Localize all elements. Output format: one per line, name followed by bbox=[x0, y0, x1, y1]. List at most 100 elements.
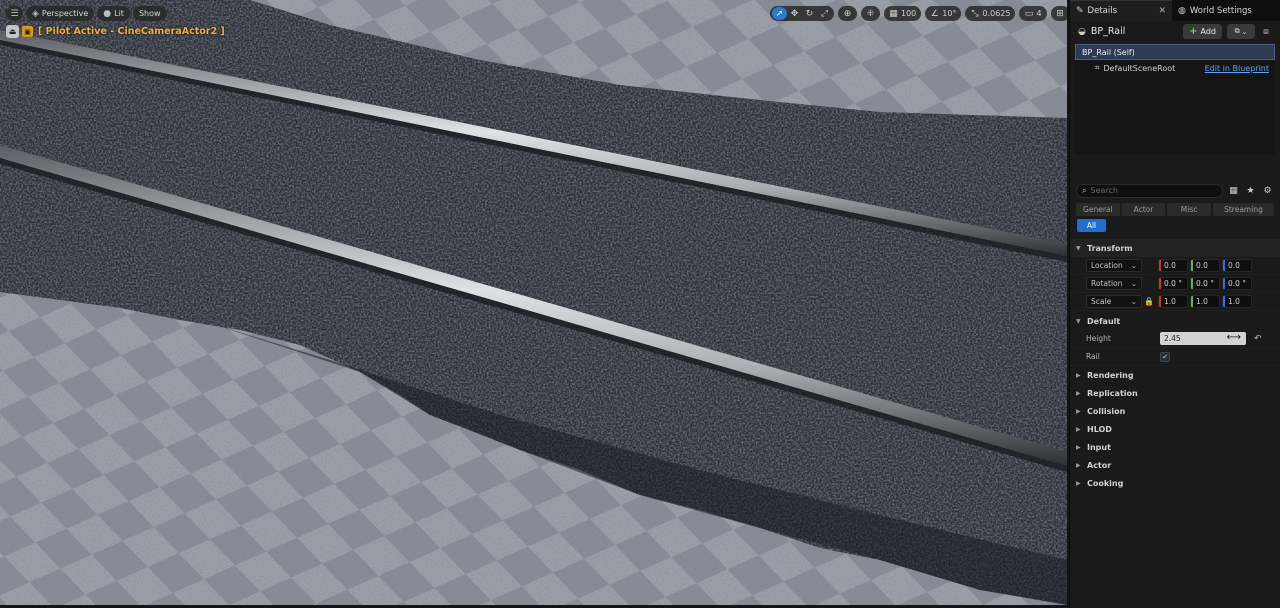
rotate-icon: ↻ bbox=[805, 8, 814, 19]
chevron-down-icon: ⌄ bbox=[1130, 279, 1137, 288]
blueprint-edit-icon: ⧈ bbox=[1263, 26, 1269, 37]
add-component-button[interactable]: + Add bbox=[1183, 24, 1222, 39]
section-actor[interactable]: ▶ Actor bbox=[1070, 456, 1280, 474]
search-icon: ⌕ bbox=[1082, 185, 1087, 195]
section-transform[interactable]: ▼ Transform bbox=[1070, 239, 1280, 257]
camera-speed-value: 4 bbox=[1036, 9, 1042, 18]
add-label: Add bbox=[1200, 27, 1217, 36]
section-input[interactable]: ▶ Input bbox=[1070, 438, 1280, 456]
filter-misc[interactable]: Misc bbox=[1167, 203, 1211, 216]
view-mode-button[interactable]: ● Lit bbox=[97, 6, 130, 21]
viewport-toolbar-right: ➚ ✥ ↻ ⤢ ⊕ ⁜ ▦ 100 ∠ 10° ⤡ 0.0625 ▭ 4 ⊞ bbox=[770, 5, 1067, 22]
section-hlod[interactable]: ▶ HLOD bbox=[1070, 420, 1280, 438]
details-search: ⌕ bbox=[1076, 183, 1223, 198]
viewport-toolbar-left: ☰ ◈ Perspective ● Lit Show bbox=[6, 5, 170, 22]
perspective-button[interactable]: ◈ Perspective bbox=[26, 6, 95, 21]
rotation-y-field[interactable]: 0.0 ° bbox=[1190, 277, 1220, 290]
coordinate-system-button[interactable]: ⊕ bbox=[838, 6, 857, 21]
close-tab-icon[interactable]: ✕ bbox=[1158, 6, 1166, 16]
scale-x-field[interactable]: 1.0 bbox=[1158, 295, 1188, 308]
section-default[interactable]: ▼ Default bbox=[1070, 312, 1280, 330]
hamburger-icon: ☰ bbox=[10, 8, 19, 19]
level-viewport[interactable]: ☰ ◈ Perspective ● Lit Show ➚ ✥ ↻ ⤢ ⊕ ⁜ ▦… bbox=[0, 0, 1067, 605]
lock-icon[interactable]: 🔒 bbox=[1142, 297, 1156, 306]
pencil-icon: ✎ bbox=[1076, 6, 1084, 16]
translate-mode-button[interactable]: ✥ bbox=[787, 7, 802, 20]
section-transform-label: Transform bbox=[1087, 243, 1133, 253]
grid-snap-button[interactable]: ▦ 100 bbox=[884, 6, 922, 21]
component-self[interactable]: BP_Rail (Self) bbox=[1075, 44, 1275, 60]
filter-all[interactable]: All bbox=[1077, 219, 1106, 232]
section-replication[interactable]: ▶ Replication bbox=[1070, 384, 1280, 402]
location-y-field[interactable]: 0.0 bbox=[1190, 259, 1220, 272]
collapsed-arrow-icon: ▶ bbox=[1076, 443, 1081, 451]
open-blueprint-button[interactable]: ⧈ bbox=[1260, 24, 1272, 39]
details-panel: ✎ Details ✕ ◍ World Settings ◒ BP_Rail +… bbox=[1069, 0, 1280, 608]
section-rendering[interactable]: ▶ Rendering bbox=[1070, 366, 1280, 384]
section-rendering-label: Rendering bbox=[1087, 370, 1134, 380]
axis-y-marker bbox=[1191, 278, 1193, 289]
section-default-label: Default bbox=[1087, 316, 1121, 326]
pilot-indicator: ⏏ ▣ [ Pilot Active - CineCameraActor2 ] bbox=[6, 24, 225, 39]
height-field[interactable]: 2.45 ⟷ bbox=[1160, 332, 1246, 345]
eject-pilot-button[interactable]: ⏏ bbox=[6, 25, 19, 38]
pilot-active-label: [ Pilot Active - CineCameraActor2 ] bbox=[38, 26, 225, 37]
scale-vector: 1.0 1.0 1.0 bbox=[1158, 295, 1252, 308]
scale-z-field[interactable]: 1.0 bbox=[1222, 295, 1252, 308]
reset-to-default-icon[interactable]: ↶ bbox=[1254, 334, 1262, 344]
cine-camera-icon: ▣ bbox=[22, 26, 33, 37]
tab-world-settings[interactable]: ◍ World Settings bbox=[1172, 0, 1258, 21]
rail-checkbox[interactable]: ✔ bbox=[1160, 351, 1170, 362]
axis-z-marker bbox=[1223, 296, 1225, 307]
rotate-mode-button[interactable]: ↻ bbox=[802, 7, 817, 20]
expanded-arrow-icon: ▼ bbox=[1076, 244, 1081, 252]
rotation-snap-button[interactable]: ∠ 10° bbox=[925, 6, 962, 21]
select-mode-button[interactable]: ➚ bbox=[772, 7, 787, 20]
scale-snap-value: 0.0625 bbox=[982, 9, 1011, 18]
height-value: 2.45 bbox=[1164, 334, 1181, 343]
grid-icon: ▦ bbox=[889, 8, 898, 19]
scale-y-field[interactable]: 1.0 bbox=[1190, 295, 1220, 308]
height-row: Height 2.45 ⟷ ↶ bbox=[1070, 330, 1280, 348]
show-label: Show bbox=[138, 9, 161, 18]
location-dropdown[interactable]: Location ⌄ bbox=[1086, 259, 1142, 272]
viewport-scene[interactable] bbox=[0, 0, 1067, 605]
rotation-dropdown[interactable]: Rotation ⌄ bbox=[1086, 277, 1142, 290]
axis-y-marker bbox=[1191, 296, 1193, 307]
settings-button[interactable]: ⚙ bbox=[1261, 184, 1274, 197]
collapsed-arrow-icon: ▶ bbox=[1076, 389, 1081, 397]
section-collision[interactable]: ▶ Collision bbox=[1070, 402, 1280, 420]
section-cooking[interactable]: ▶ Cooking bbox=[1070, 474, 1280, 492]
viewport-menu-button[interactable]: ☰ bbox=[6, 6, 23, 21]
details-search-input[interactable] bbox=[1090, 186, 1217, 195]
location-z-field[interactable]: 0.0 bbox=[1222, 259, 1252, 272]
blueprint-options-button[interactable]: ⧉ ⌄ bbox=[1227, 24, 1255, 39]
scale-snap-button[interactable]: ⤡ 0.0625 bbox=[965, 6, 1016, 21]
rotation-x-field[interactable]: 0.0 ° bbox=[1158, 277, 1188, 290]
scale-mode-button[interactable]: ⤢ bbox=[817, 7, 832, 20]
scale-dropdown[interactable]: Scale ⌄ bbox=[1086, 295, 1142, 308]
rail-label: Rail bbox=[1086, 352, 1100, 361]
filter-streaming[interactable]: Streaming bbox=[1212, 203, 1275, 216]
component-root-label: DefaultSceneRoot bbox=[1103, 63, 1176, 73]
filter-general[interactable]: General bbox=[1076, 203, 1120, 216]
filter-actor[interactable]: Actor bbox=[1121, 203, 1166, 216]
viewport-layout-button[interactable]: ⊞ bbox=[1050, 6, 1067, 21]
rotation-z-field[interactable]: 0.0 ° bbox=[1222, 277, 1252, 290]
component-default-scene-root[interactable]: ⌗ DefaultSceneRoot Edit in Blueprint bbox=[1075, 60, 1275, 76]
property-matrix-button[interactable]: ▦ bbox=[1227, 184, 1240, 197]
table-icon: ▦ bbox=[1229, 185, 1238, 196]
rotation-vector: 0.0 ° 0.0 ° 0.0 ° bbox=[1158, 277, 1252, 290]
location-x-field[interactable]: 0.0 bbox=[1158, 259, 1188, 272]
camera-speed-button[interactable]: ▭ 4 bbox=[1019, 6, 1047, 21]
surface-snap-button[interactable]: ⁜ bbox=[861, 6, 880, 21]
rotation-label: Rotation bbox=[1091, 279, 1123, 288]
favorites-button[interactable]: ★ bbox=[1244, 184, 1257, 197]
tab-details[interactable]: ✎ Details ✕ bbox=[1070, 0, 1172, 21]
edit-in-blueprint-link[interactable]: Edit in Blueprint bbox=[1205, 64, 1269, 73]
show-button[interactable]: Show bbox=[132, 6, 167, 21]
section-collision-label: Collision bbox=[1087, 406, 1126, 416]
checkmark-icon: ✔ bbox=[1162, 352, 1168, 361]
horizontal-resize-cursor-icon: ⟷ bbox=[1226, 332, 1241, 343]
sphere-icon: ● bbox=[103, 8, 112, 19]
